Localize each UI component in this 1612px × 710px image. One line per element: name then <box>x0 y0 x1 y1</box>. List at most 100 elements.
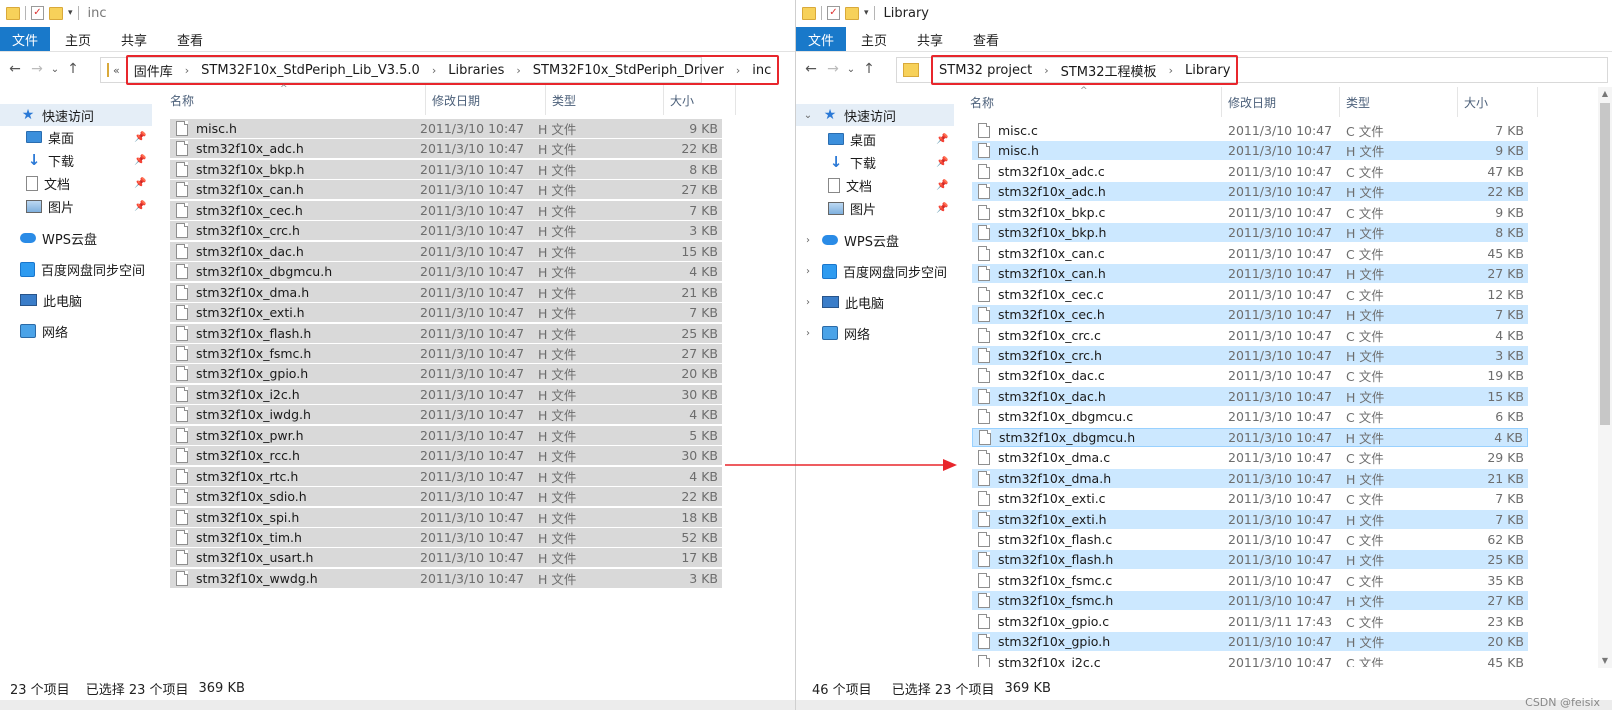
table-row[interactable]: stm32f10x_dbgmcu.c 2011/3/10 10:47 C 文件 6 K… <box>972 407 1528 426</box>
nav-item-4[interactable]: 图片 📌 <box>0 195 152 217</box>
table-row[interactable]: stm32f10x_fsmc.c 2011/3/10 10:47 C 文件 35 KB <box>972 571 1528 590</box>
table-row[interactable]: stm32f10x_iwdg.h 2011/3/10 10:47 H 文件 4 KB <box>170 405 722 425</box>
nav-item-7[interactable]: › 此电脑 <box>796 291 954 313</box>
table-row[interactable]: stm32f10x_tim.h 2011/3/10 10:47 H 文件 52 KB <box>170 528 722 547</box>
customize-toolbar-icon[interactable]: ▾ <box>68 8 73 18</box>
recent-locations-chevron-icon[interactable]: ⌄ <box>844 64 858 75</box>
expand-chevron-icon[interactable]: › <box>802 297 814 308</box>
table-row[interactable]: stm32f10x_cec.c 2011/3/10 10:47 C 文件 12 KB <box>972 285 1528 304</box>
nav-item-4[interactable]: 图片 📌 <box>796 197 954 219</box>
pin-icon[interactable]: 📌 <box>936 180 948 191</box>
table-row[interactable]: stm32f10x_exti.c 2011/3/10 10:47 C 文件 7 KB <box>972 489 1528 508</box>
breadcrumb-item[interactable]: STM32F10x_StdPeriph_Driver <box>533 63 724 78</box>
table-row[interactable]: stm32f10x_rtc.h 2011/3/10 10:47 H 文件 4 KB <box>170 466 722 486</box>
table-row[interactable]: stm32f10x_flash.c 2011/3/10 10:47 C 文件 62 K… <box>972 530 1528 549</box>
pin-icon[interactable]: 📌 <box>134 178 146 189</box>
tab-file[interactable]: 文件 <box>796 27 847 51</box>
chevron-right-icon[interactable]: › <box>432 64 436 77</box>
table-row[interactable]: stm32f10x_gpio.h 2011/3/10 10:47 H 文件 20 KB <box>170 364 722 384</box>
table-row[interactable]: stm32f10x_cec.h 2011/3/10 10:47 H 文件 7 KB <box>972 305 1528 325</box>
forward-arrow-icon[interactable]: → <box>822 61 844 77</box>
nav-item-6[interactable]: 百度网盘同步空间 <box>0 258 152 280</box>
scroll-down-icon[interactable]: ▼ <box>1598 654 1612 668</box>
breadcrumb-item[interactable]: 固件库 <box>134 61 173 80</box>
tab-view[interactable]: 查看 <box>162 27 218 51</box>
tab-share[interactable]: 共享 <box>106 27 162 51</box>
nav-item-7[interactable]: 此电脑 <box>0 289 152 311</box>
table-row[interactable]: stm32f10x_bkp.h 2011/3/10 10:47 H 文件 8 KB <box>170 159 722 179</box>
table-row[interactable]: stm32f10x_can.h 2011/3/10 10:47 H 文件 27 KB <box>170 180 722 200</box>
pin-icon[interactable]: 📌 <box>134 155 146 166</box>
table-row[interactable]: misc.c 2011/3/10 10:47 C 文件 7 KB <box>972 121 1528 140</box>
pin-icon[interactable]: 📌 <box>134 201 146 212</box>
table-row[interactable]: stm32f10x_dbgmcu.h 2011/3/10 10:47 H 文件 4 K… <box>972 427 1528 447</box>
table-row[interactable]: stm32f10x_flash.h 2011/3/10 10:47 H 文件 25 K… <box>972 550 1528 570</box>
table-row[interactable]: stm32f10x_dbgmcu.h 2011/3/10 10:47 H 文件 4 K… <box>170 262 722 282</box>
table-row[interactable]: stm32f10x_spi.h 2011/3/10 10:47 H 文件 18 KB <box>170 507 722 527</box>
pin-icon[interactable]: 📌 <box>936 134 948 145</box>
pin-icon[interactable]: 📌 <box>936 203 948 214</box>
scroll-up-icon[interactable]: ▲ <box>1598 87 1612 101</box>
tab-view[interactable]: 查看 <box>958 27 1014 51</box>
address-bar[interactable]: « 固件库 › STM32F10x_StdPeriph_Lib_V3.5.0 ›… <box>100 55 780 85</box>
table-row[interactable]: stm32f10x_dma.h 2011/3/10 10:47 H 文件 21 KB <box>972 468 1528 488</box>
new-folder-icon[interactable] <box>49 6 63 20</box>
nav-item-5[interactable]: WPS云盘 <box>0 227 152 249</box>
nav-item-3[interactable]: 文档 📌 <box>796 174 954 196</box>
expand-chevron-icon[interactable]: ⌄ <box>802 110 814 121</box>
table-row[interactable]: stm32f10x_can.h 2011/3/10 10:47 H 文件 27 KB <box>972 264 1528 284</box>
table-row[interactable]: stm32f10x_gpio.c 2011/3/11 17:43 C 文件 23 KB <box>972 612 1528 631</box>
table-row[interactable]: stm32f10x_i2c.c 2011/3/10 10:47 C 文件 45 KB <box>972 653 1528 667</box>
pin-icon[interactable]: 📌 <box>936 157 948 168</box>
table-row[interactable]: stm32f10x_crc.c 2011/3/10 10:47 C 文件 4 KB <box>972 326 1528 345</box>
new-folder-icon[interactable] <box>845 6 859 20</box>
chevron-right-icon[interactable]: › <box>1169 64 1173 77</box>
column-type[interactable]: 类型 <box>1340 87 1458 117</box>
nav-item-8[interactable]: 网络 <box>0 320 152 342</box>
column-name[interactable]: 名称 ^ <box>964 86 1222 117</box>
chevron-right-icon[interactable]: › <box>516 64 520 77</box>
table-row[interactable]: stm32f10x_wwdg.h 2011/3/10 10:47 H 文件 3 KB <box>170 568 722 588</box>
table-row[interactable]: stm32f10x_bkp.c 2011/3/10 10:47 C 文件 9 KB <box>972 203 1528 222</box>
tab-home[interactable]: 主页 <box>50 27 106 51</box>
breadcrumb-item[interactable]: STM32工程模板 <box>1061 61 1157 80</box>
address-bar[interactable]: STM32 project › STM32工程模板 › Library <box>896 55 1608 85</box>
table-row[interactable]: stm32f10x_adc.c 2011/3/10 10:47 C 文件 47 KB <box>972 162 1528 181</box>
table-row[interactable]: stm32f10x_adc.h 2011/3/10 10:47 H 文件 22 KB <box>170 139 722 159</box>
chevron-right-icon[interactable]: › <box>1044 64 1048 77</box>
vertical-scrollbar[interactable]: ▲ ▼ <box>1598 87 1612 668</box>
expand-chevron-icon[interactable]: › <box>802 266 814 277</box>
nav-item-3[interactable]: 文档 📌 <box>0 172 152 194</box>
column-size[interactable]: 大小 <box>664 85 736 115</box>
column-date[interactable]: 修改日期 <box>1222 87 1340 117</box>
table-row[interactable]: stm32f10x_sdio.h 2011/3/10 10:47 H 文件 22 KB <box>170 487 722 507</box>
nav-item-0[interactable]: ⌄ ★ 快速访问 <box>796 104 954 126</box>
nav-item-6[interactable]: › 百度网盘同步空间 <box>796 260 954 282</box>
forward-arrow-icon[interactable]: → <box>26 61 48 77</box>
breadcrumb-item[interactable]: Library <box>1185 63 1230 78</box>
table-row[interactable]: stm32f10x_bkp.h 2011/3/10 10:47 H 文件 8 KB <box>972 223 1528 243</box>
table-row[interactable]: stm32f10x_fsmc.h 2011/3/10 10:47 H 文件 27 KB <box>170 343 722 363</box>
pin-icon[interactable]: 📌 <box>134 132 146 143</box>
breadcrumb-item[interactable]: STM32 project <box>939 63 1032 78</box>
chevron-right-icon[interactable]: › <box>736 64 740 77</box>
table-row[interactable]: stm32f10x_dac.c 2011/3/10 10:47 C 文件 19 KB <box>972 366 1528 385</box>
column-size[interactable]: 大小 <box>1458 87 1538 117</box>
table-row[interactable]: stm32f10x_dac.h 2011/3/10 10:47 H 文件 15 KB <box>170 241 722 261</box>
table-row[interactable]: stm32f10x_crc.h 2011/3/10 10:47 H 文件 3 KB <box>972 345 1528 365</box>
table-row[interactable]: stm32f10x_flash.h 2011/3/10 10:47 H 文件 25 K… <box>170 323 722 343</box>
scrollbar-thumb[interactable] <box>1600 103 1610 425</box>
table-row[interactable]: stm32f10x_can.c 2011/3/10 10:47 C 文件 45 KB <box>972 244 1528 263</box>
breadcrumb-item[interactable]: inc <box>752 63 771 78</box>
table-row[interactable]: stm32f10x_dac.h 2011/3/10 10:47 H 文件 15 KB <box>972 386 1528 406</box>
table-row[interactable]: stm32f10x_exti.h 2011/3/10 10:47 H 文件 7 KB <box>972 509 1528 529</box>
up-arrow-icon[interactable]: ↑ <box>62 61 84 77</box>
address-prefix[interactable]: « <box>113 64 120 77</box>
customize-toolbar-icon[interactable]: ▾ <box>864 8 869 18</box>
nav-item-8[interactable]: › 网络 <box>796 322 954 344</box>
table-row[interactable]: misc.h 2011/3/10 10:47 H 文件 9 KB <box>972 141 1528 161</box>
table-row[interactable]: stm32f10x_i2c.h 2011/3/10 10:47 H 文件 30 KB <box>170 384 722 404</box>
table-row[interactable]: stm32f10x_dma.c 2011/3/10 10:47 C 文件 29 KB <box>972 448 1528 467</box>
expand-chevron-icon[interactable]: › <box>802 235 814 246</box>
table-row[interactable]: misc.h 2011/3/10 10:47 H 文件 9 KB <box>170 119 722 138</box>
